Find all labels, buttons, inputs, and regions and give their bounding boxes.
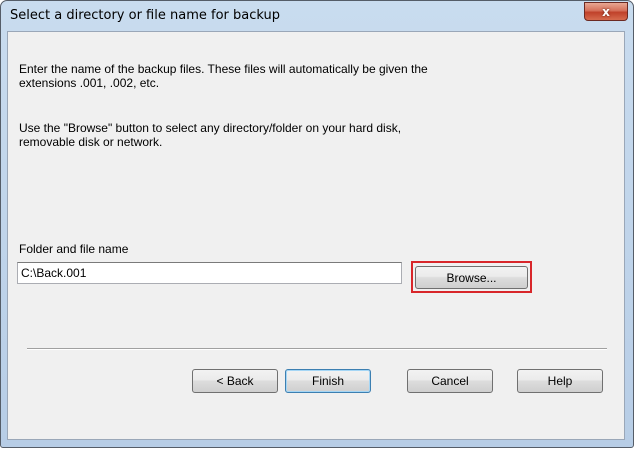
- help-button[interactable]: Help: [517, 369, 603, 393]
- back-button[interactable]: < Back: [192, 369, 278, 393]
- finish-button[interactable]: Finish: [285, 369, 371, 393]
- title-bar[interactable]: Select a directory or file name for back…: [1, 1, 633, 32]
- instruction-text-extensions: Enter the name of the backup files. Thes…: [19, 62, 428, 90]
- cancel-button[interactable]: Cancel: [407, 369, 493, 393]
- instruction-text-browse: Use the "Browse" button to select any di…: [19, 121, 402, 149]
- footer-separator: [27, 348, 607, 350]
- path-input[interactable]: [17, 262, 402, 284]
- browse-button[interactable]: Browse...: [415, 266, 528, 289]
- close-button[interactable]: x: [584, 2, 628, 21]
- path-field-label: Folder and file name: [19, 242, 129, 256]
- dialog-title: Select a directory or file name for back…: [10, 8, 280, 23]
- close-icon: x: [602, 4, 610, 19]
